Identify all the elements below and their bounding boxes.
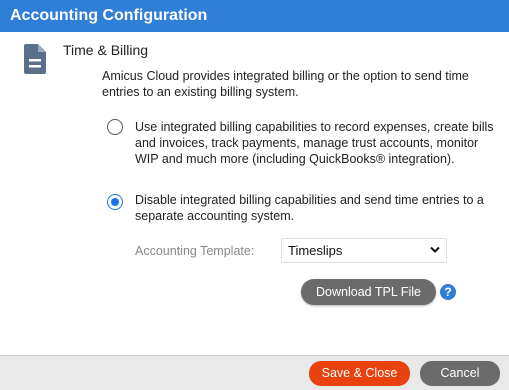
dialog-footer: Save & Close Cancel <box>0 355 509 390</box>
integrated-billing-radio[interactable] <box>107 119 123 135</box>
disable-billing-label[interactable]: Disable integrated billing capabilities … <box>135 192 495 224</box>
dialog-title: Accounting Configuration <box>10 7 208 24</box>
dialog-title-bar: Accounting Configuration <box>0 0 509 32</box>
accounting-template-select[interactable]: Timeslips <box>281 238 447 263</box>
integrated-billing-label[interactable]: Use integrated billing capabilities to r… <box>135 119 495 167</box>
section-title: Time & Billing <box>63 42 149 58</box>
document-icon <box>24 44 46 74</box>
section-description: Amicus Cloud provides integrated billing… <box>102 69 469 99</box>
download-tpl-button[interactable]: Download TPL File <box>301 279 436 305</box>
chevron-down-icon <box>430 246 440 253</box>
help-icon[interactable]: ? <box>440 284 456 300</box>
disable-billing-radio[interactable] <box>107 194 123 210</box>
cancel-button[interactable]: Cancel <box>420 361 500 386</box>
accounting-template-label: Accounting Template: <box>135 244 255 258</box>
save-close-button[interactable]: Save & Close <box>309 361 410 386</box>
accounting-template-value: Timeslips <box>288 243 343 258</box>
